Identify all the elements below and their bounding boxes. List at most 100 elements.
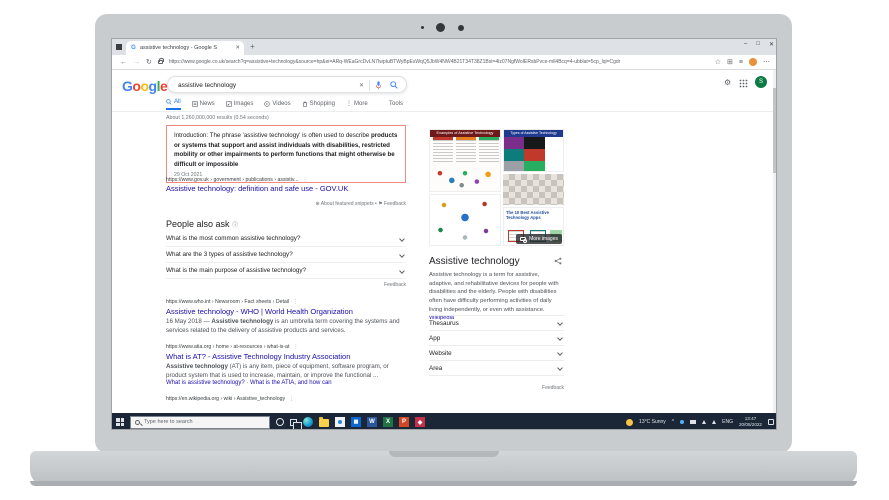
paa-question[interactable]: What is the main purpose of assistive te… xyxy=(166,263,406,279)
paa-feedback-link[interactable]: Feedback xyxy=(166,282,406,288)
tab-news[interactable]: News xyxy=(192,101,215,110)
flag-icon: ⚑ xyxy=(378,201,382,207)
about-featured-snippets-link[interactable]: About featured snippets xyxy=(321,201,374,207)
result-url-text: https://en.wikipedia.org › wiki › Assist… xyxy=(166,396,285,402)
tab-manager-icon[interactable] xyxy=(116,44,122,50)
tabs-divider xyxy=(112,111,777,112)
more-vert-icon[interactable]: ⋮ xyxy=(293,299,298,305)
new-tab-button[interactable]: + xyxy=(250,42,255,51)
battery-icon[interactable] xyxy=(690,420,696,424)
mic-icon[interactable] xyxy=(375,81,382,90)
browser-tab[interactable]: G assistive technology - Google S ✕ xyxy=(126,41,244,55)
tab-videos[interactable]: Videos xyxy=(264,101,290,110)
taskbar-clock[interactable]: 13:47 20/05/2022 xyxy=(739,416,762,427)
sitelink[interactable]: What is the ATIA, and how can xyxy=(250,380,332,386)
google-account-avatar[interactable]: S xyxy=(755,76,767,88)
tools-button[interactable]: Tools xyxy=(389,101,403,107)
poster-column xyxy=(456,140,476,162)
windows-taskbar: Type here to search ▦ W X P ◆ 13°C Sunny… xyxy=(112,413,777,430)
snippet-footer: ⊕ About featured snippets • ⚑ Feedback xyxy=(166,201,406,207)
result-title-link[interactable]: What is AT? - Assistive Technology Indus… xyxy=(166,352,350,361)
refresh-icon[interactable]: ↻ xyxy=(146,58,152,66)
file-explorer-icon[interactable] xyxy=(319,419,329,427)
collage-image-types[interactable]: Types of Assistive Technology xyxy=(503,129,564,172)
start-button-icon[interactable] xyxy=(116,418,124,426)
snippet-bold: Assistive technology xyxy=(211,318,273,325)
tab-more[interactable]: ⋮More xyxy=(346,100,368,110)
taskbar-search-placeholder: Type here to search xyxy=(144,419,193,425)
volume-icon[interactable] xyxy=(702,420,706,424)
paa-heading-text: People also ask xyxy=(166,219,230,229)
scrollbar-thumb[interactable] xyxy=(773,88,777,173)
tab-images[interactable]: Images xyxy=(226,101,254,110)
kp-section-area[interactable]: Area xyxy=(429,360,564,375)
profile-avatar[interactable] xyxy=(749,58,757,66)
more-vert-icon: ⋮ xyxy=(346,100,352,107)
notification-center-icon[interactable] xyxy=(768,419,774,425)
task-view-icon[interactable] xyxy=(290,419,297,426)
tab-all[interactable]: All xyxy=(166,99,181,110)
photos-icon[interactable] xyxy=(335,417,345,427)
kp-feedback-link[interactable]: Feedback xyxy=(429,385,564,391)
collage-image-grid[interactable] xyxy=(503,174,564,205)
collections-icon[interactable]: ⊞ xyxy=(727,58,733,66)
result-title-link[interactable]: Assistive technology - WHO | World Healt… xyxy=(166,307,353,316)
tab-title: assistive technology - Google S xyxy=(140,45,232,51)
minimize-button[interactable]: – xyxy=(744,41,747,48)
weather-sun-icon[interactable] xyxy=(626,419,633,426)
result-url-text: https://www.atia.org › home › at-resourc… xyxy=(166,344,289,350)
tab-close-icon[interactable]: ✕ xyxy=(235,45,240,51)
tray-expand-caret[interactable]: ^ xyxy=(672,419,674,425)
tab-shopping[interactable]: Shopping xyxy=(302,101,335,110)
knowledge-panel-images[interactable]: Examples of Assistive Technology Types o… xyxy=(429,129,564,246)
feedback-link[interactable]: Feedback xyxy=(384,201,406,207)
search-input[interactable]: assistive technology ✕ xyxy=(167,76,407,93)
more-vert-icon[interactable]: ⋮ xyxy=(302,177,307,183)
close-button[interactable]: ✕ xyxy=(769,41,774,48)
url-field[interactable]: https://www.google.co.uk/search?q=assist… xyxy=(169,59,709,65)
share-icon[interactable] xyxy=(554,257,562,265)
back-icon[interactable]: ← xyxy=(120,59,127,66)
apps-grid-icon[interactable] xyxy=(739,79,748,88)
microsoft-store-icon[interactable]: ▦ xyxy=(351,417,361,427)
result-url: https://www.gov.uk › government › public… xyxy=(166,177,308,183)
more-vert-icon[interactable]: ⋮ xyxy=(289,396,294,402)
paa-question[interactable]: What is the most common assistive techno… xyxy=(166,231,406,247)
bluetooth-icon[interactable] xyxy=(680,420,684,424)
paa-question[interactable]: What are the 3 types of assistive techno… xyxy=(166,247,406,263)
more-images-button[interactable]: More images xyxy=(516,234,562,244)
collage-image-diagram[interactable] xyxy=(429,194,501,246)
clear-search-icon[interactable]: ✕ xyxy=(359,82,364,89)
result-title-link[interactable]: Assistive technology: definition and saf… xyxy=(166,184,348,193)
maximize-button[interactable]: □ xyxy=(756,41,760,48)
more-images-label: More images xyxy=(529,236,558,242)
more-vert-icon[interactable]: ⋮ xyxy=(293,344,298,350)
kp-section-thesaurus[interactable]: Thesaurus xyxy=(429,315,564,330)
sitelink[interactable]: What is assistive technology? xyxy=(166,380,245,386)
red-app-icon[interactable]: ◆ xyxy=(415,417,425,427)
kp-section-website[interactable]: Website xyxy=(429,345,564,360)
paa-question-text: What is the main purpose of assistive te… xyxy=(166,267,306,274)
forward-icon[interactable]: → xyxy=(133,59,140,66)
cortana-icon[interactable] xyxy=(276,418,284,426)
kp-section-app[interactable]: App xyxy=(429,330,564,345)
results-stats: About 1,260,000,000 results (0.54 second… xyxy=(166,115,269,121)
settings-gear-icon[interactable]: ⚙ xyxy=(724,78,731,87)
weather-widget[interactable]: 13°C Sunny xyxy=(639,419,666,425)
kp-section-label: Website xyxy=(429,350,452,357)
menu-lines-icon[interactable]: ≡ xyxy=(739,59,743,66)
info-icon[interactable]: ⓘ xyxy=(232,223,238,229)
search-icon[interactable] xyxy=(390,81,398,89)
favorites-star-icon[interactable]: ☆ xyxy=(715,58,721,66)
google-logo[interactable]: Google xyxy=(122,78,167,94)
edge-icon[interactable] xyxy=(303,417,313,427)
browser-more-icon[interactable]: ⋯ xyxy=(763,58,770,66)
logo-letter: G xyxy=(122,78,132,94)
powerpoint-icon[interactable]: P xyxy=(399,417,409,427)
excel-icon[interactable]: X xyxy=(383,417,393,427)
collage-image-examples[interactable]: Examples of Assistive Technology xyxy=(429,129,501,192)
word-icon[interactable]: W xyxy=(367,417,377,427)
network-icon[interactable] xyxy=(712,420,716,424)
taskbar-search-input[interactable]: Type here to search xyxy=(130,416,270,429)
language-indicator[interactable]: ENG xyxy=(722,419,733,425)
